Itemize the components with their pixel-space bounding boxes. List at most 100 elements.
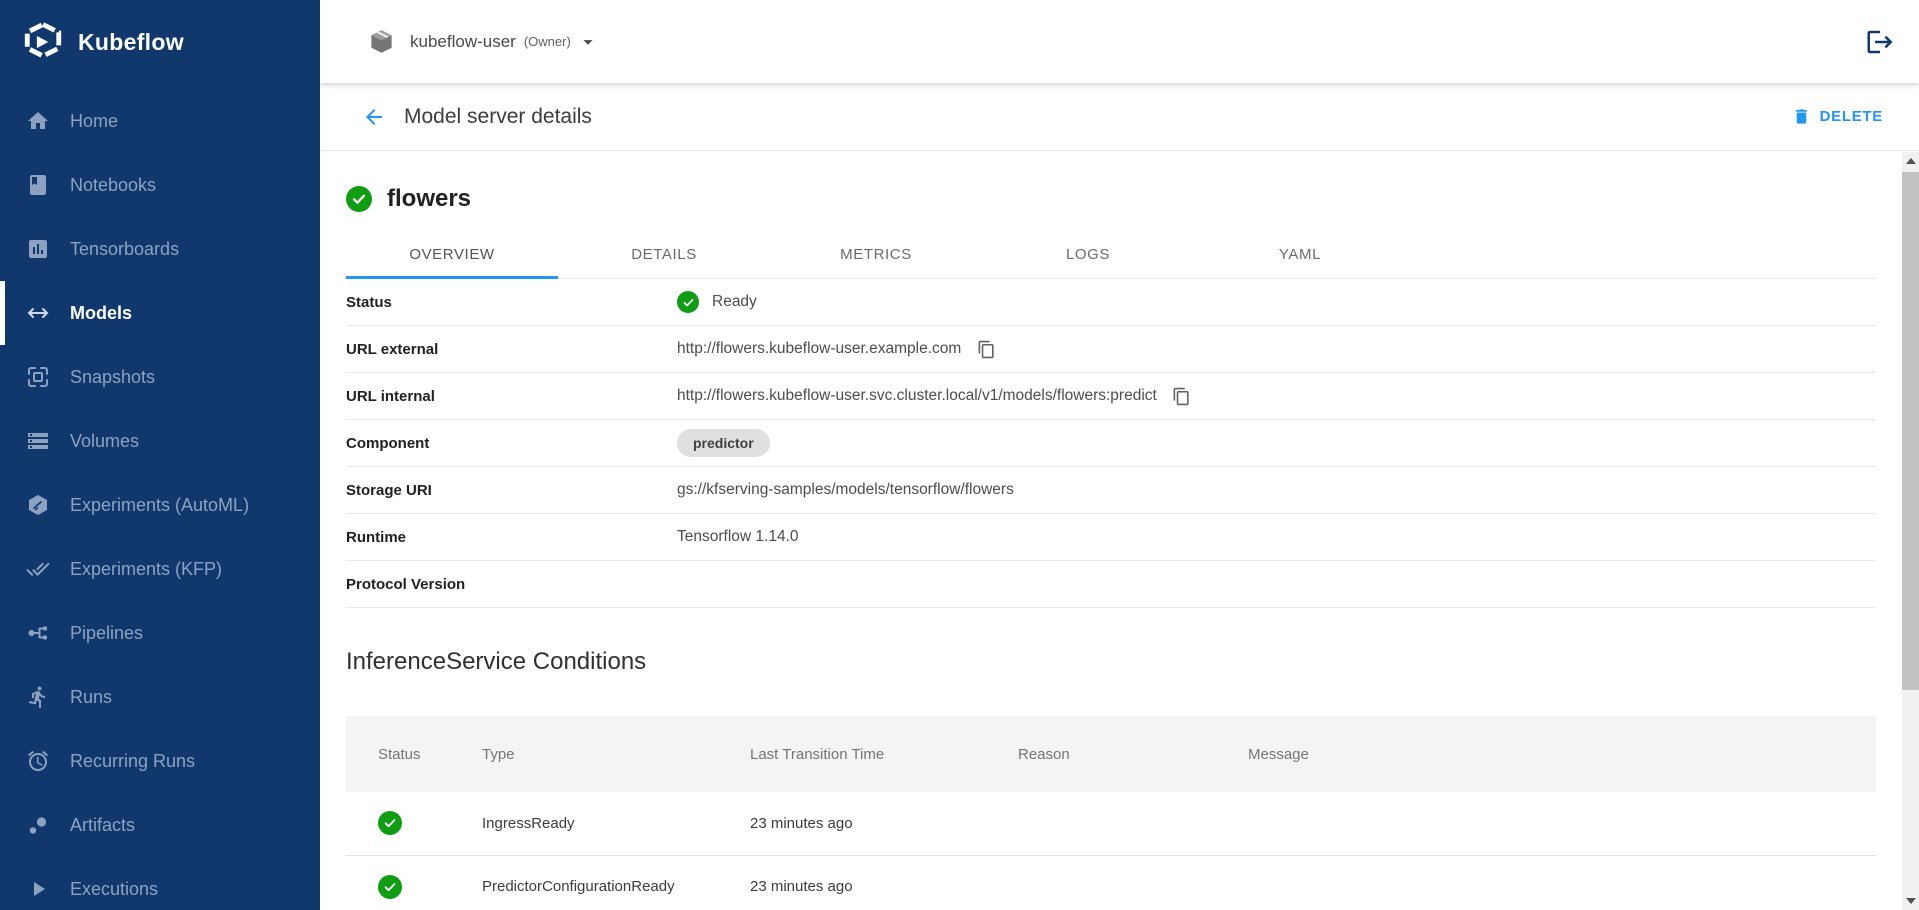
tab-bar: OVERVIEW DETAILS METRICS LOGS YAML xyxy=(346,230,1876,279)
play-icon xyxy=(26,877,50,901)
bar-chart-icon xyxy=(26,237,50,261)
conditions-table-header: Status Type Last Transition Time Reason … xyxy=(346,716,1876,792)
detail-label: URL internal xyxy=(346,388,677,405)
scrollbar-down-arrow[interactable] xyxy=(1902,892,1919,910)
sidebar-item-models[interactable]: Models xyxy=(0,281,320,345)
delete-button-label: DELETE xyxy=(1820,108,1883,125)
runner-icon xyxy=(26,685,50,709)
sidebar-item-experiments-automl[interactable]: Experiments (AutoML) xyxy=(0,473,320,537)
column-header-status: Status xyxy=(346,716,466,792)
namespace-selector[interactable]: kubeflow-user (Owner) xyxy=(368,28,599,55)
cell-status xyxy=(346,792,466,855)
logout-button[interactable] xyxy=(1863,25,1897,59)
status-text: Ready xyxy=(712,293,757,311)
sidebar-item-executions[interactable]: Executions xyxy=(0,857,320,910)
sidebar-item-artifacts[interactable]: Artifacts xyxy=(0,793,320,857)
runtime-value: Tensorflow 1.14.0 xyxy=(677,528,799,546)
kubeflow-logo-icon xyxy=(22,21,64,63)
center-focus-icon xyxy=(26,365,50,389)
tab-overview[interactable]: OVERVIEW xyxy=(346,230,558,278)
hexagon-telescope-icon xyxy=(26,493,50,517)
tab-metrics[interactable]: METRICS xyxy=(770,230,982,278)
table-row: IngressReady 23 minutes ago xyxy=(346,792,1876,855)
trash-icon xyxy=(1792,107,1811,126)
top-bar: kubeflow-user (Owner) xyxy=(320,0,1919,83)
tab-label: LOGS xyxy=(1066,246,1110,263)
detail-row-component: Component predictor xyxy=(346,420,1876,467)
tab-label: METRICS xyxy=(840,246,912,263)
model-details-content: flowers OVERVIEW DETAILS METRICS LOGS xyxy=(320,152,1902,910)
copy-icon xyxy=(977,340,996,359)
tab-yaml[interactable]: YAML xyxy=(1194,230,1406,278)
sidebar-item-volumes[interactable]: Volumes xyxy=(0,409,320,473)
detail-label: Component xyxy=(346,435,677,452)
status-ready-icon xyxy=(346,186,372,212)
back-button[interactable] xyxy=(360,103,388,131)
sidebar-item-label: Executions xyxy=(70,879,158,900)
column-header-last-transition-time: Last Transition Time xyxy=(734,716,1002,792)
conditions-table: Status Type Last Transition Time Reason … xyxy=(346,716,1876,910)
column-header-message: Message xyxy=(1232,716,1876,792)
copy-button[interactable] xyxy=(974,337,998,361)
sidebar-item-pipelines[interactable]: Pipelines xyxy=(0,601,320,665)
sidebar-item-experiments-kfp[interactable]: Experiments (KFP) xyxy=(0,537,320,601)
cell-last-transition-time: 23 minutes ago xyxy=(734,855,1002,910)
condition-ready-icon xyxy=(378,811,402,835)
sidebar-item-label: Models xyxy=(70,303,132,324)
vertical-scrollbar[interactable] xyxy=(1902,152,1919,910)
sidebar-item-label: Artifacts xyxy=(70,815,135,836)
kubeflow-logo[interactable]: Kubeflow xyxy=(0,0,320,84)
content-scroll-area: flowers OVERVIEW DETAILS METRICS LOGS xyxy=(320,152,1919,910)
url-external-value: http://flowers.kubeflow-user.example.com xyxy=(677,340,961,358)
sidebar: Kubeflow Home Notebooks Tensorboards xyxy=(0,0,320,910)
sidebar-item-label: Experiments (KFP) xyxy=(70,559,222,580)
active-tab-underline xyxy=(346,276,558,279)
detail-row-protocol-version: Protocol Version xyxy=(346,561,1876,608)
sidebar-item-recurring-runs[interactable]: Recurring Runs xyxy=(0,729,320,793)
delete-button[interactable]: DELETE xyxy=(1782,99,1893,134)
cell-message xyxy=(1232,855,1876,910)
scrollbar-up-arrow[interactable] xyxy=(1902,152,1919,170)
sidebar-item-label: Experiments (AutoML) xyxy=(70,495,249,516)
copy-button[interactable] xyxy=(1170,384,1194,408)
chevron-down-icon xyxy=(577,31,599,53)
tab-label: OVERVIEW xyxy=(409,246,494,263)
sidebar-item-label: Volumes xyxy=(70,431,139,452)
cell-last-transition-time: 23 minutes ago xyxy=(734,792,1002,855)
sidebar-item-runs[interactable]: Runs xyxy=(0,665,320,729)
sidebar-item-home[interactable]: Home xyxy=(0,89,320,153)
sidebar-item-label: Runs xyxy=(70,687,112,708)
code-arrows-icon xyxy=(26,301,50,325)
cell-message xyxy=(1232,792,1876,855)
brand-name: Kubeflow xyxy=(78,29,184,56)
scrollbar-thumb[interactable] xyxy=(1902,172,1919,690)
tab-details[interactable]: DETAILS xyxy=(558,230,770,278)
detail-label: Status xyxy=(346,294,677,311)
column-header-type: Type xyxy=(466,716,734,792)
sidebar-item-tensorboards[interactable]: Tensorboards xyxy=(0,217,320,281)
kubeflow-dashboard: Kubeflow Home Notebooks Tensorboards xyxy=(0,0,1919,910)
detail-value: Ready xyxy=(677,291,757,313)
sidebar-item-label: Home xyxy=(70,111,118,132)
sidebar-item-label: Notebooks xyxy=(70,175,156,196)
component-chip: predictor xyxy=(677,429,770,457)
table-row: PredictorConfigurationReady 23 minutes a… xyxy=(346,855,1876,910)
details-list: Status Ready URL external http://flowers… xyxy=(346,279,1876,608)
sidebar-item-snapshots[interactable]: Snapshots xyxy=(0,345,320,409)
namespace-name: kubeflow-user xyxy=(410,32,516,52)
detail-row-status: Status Ready xyxy=(346,279,1876,326)
page-title: Model server details xyxy=(404,105,592,129)
detail-row-storage-uri: Storage URI gs://kfserving-samples/model… xyxy=(346,467,1876,514)
tab-logs[interactable]: LOGS xyxy=(982,230,1194,278)
cell-status xyxy=(346,855,466,910)
status-ready-icon xyxy=(677,291,699,313)
notebook-icon xyxy=(26,173,50,197)
sidebar-item-notebooks[interactable]: Notebooks xyxy=(0,153,320,217)
detail-value: http://flowers.kubeflow-user.svc.cluster… xyxy=(677,384,1194,408)
logout-icon xyxy=(1865,27,1895,57)
condition-ready-icon xyxy=(378,875,402,899)
column-header-reason: Reason xyxy=(1002,716,1232,792)
detail-value: http://flowers.kubeflow-user.example.com xyxy=(677,337,998,361)
detail-row-runtime: Runtime Tensorflow 1.14.0 xyxy=(346,514,1876,561)
cell-reason xyxy=(1002,792,1232,855)
